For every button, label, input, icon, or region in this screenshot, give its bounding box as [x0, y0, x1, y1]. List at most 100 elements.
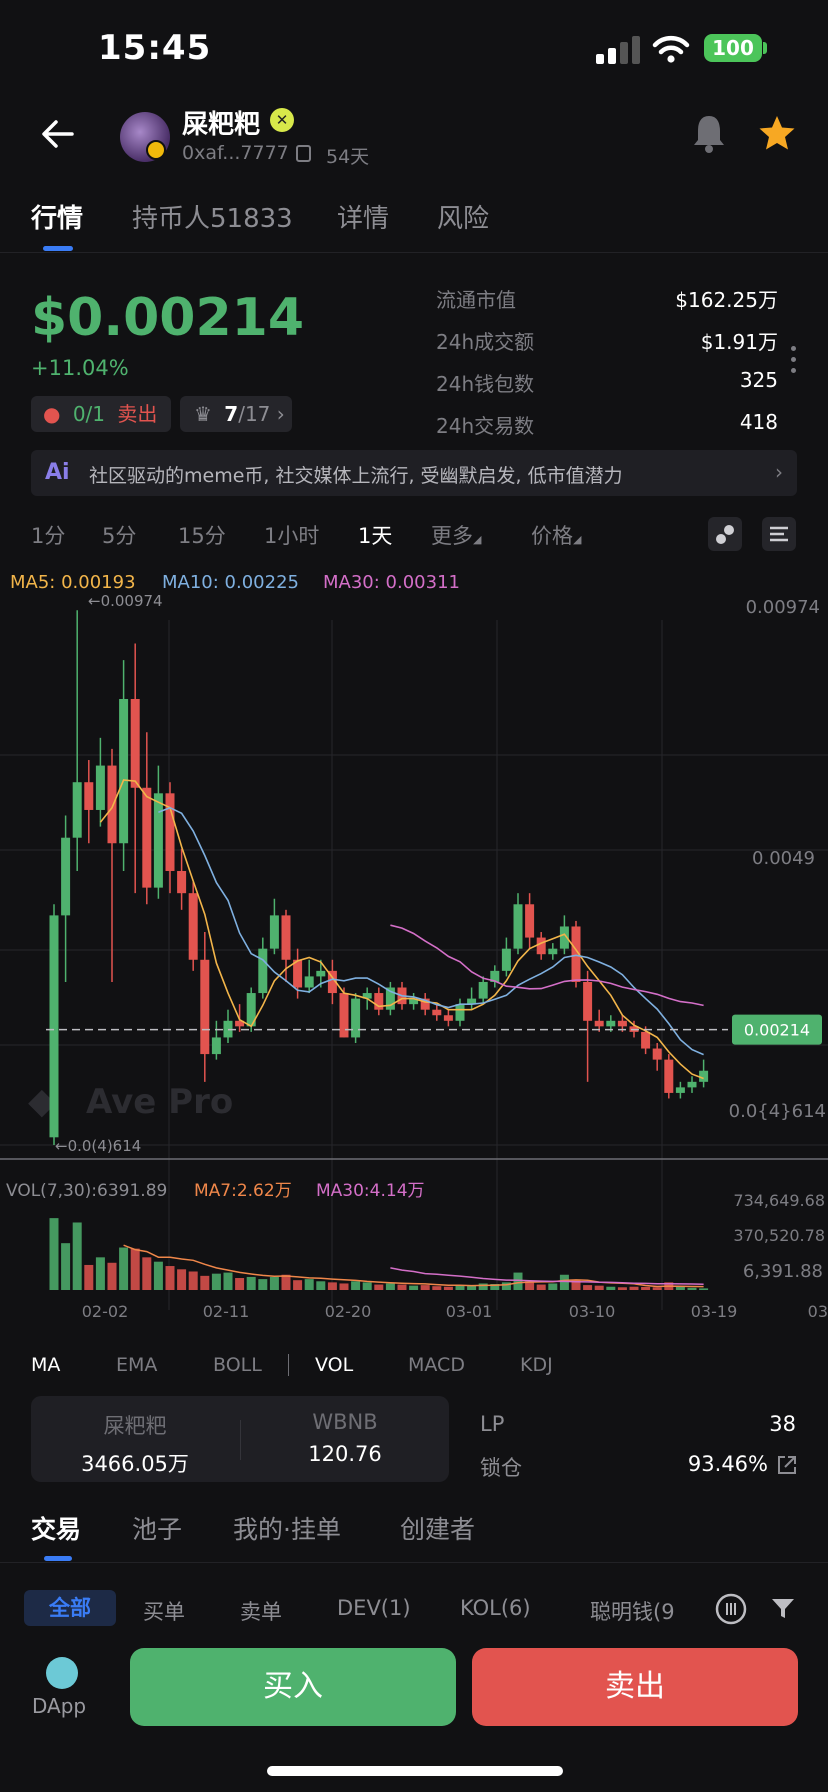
bell-icon[interactable] [690, 112, 728, 154]
volume-axis-label: 6,391.88 [743, 1261, 823, 1282]
tab-risk[interactable]: 风险 [437, 198, 489, 235]
lock-value: 93.46% [687, 1452, 768, 1476]
filter-sell[interactable]: 卖单 [240, 1596, 282, 1626]
volume-bar [606, 1286, 616, 1290]
stat-label: 24h钱包数 [436, 372, 535, 396]
high-marker: ←0.00974 [88, 592, 163, 610]
indicator-kdj[interactable]: KDJ [520, 1354, 553, 1376]
tab-pools[interactable]: 池子 [132, 1510, 182, 1546]
candle-body [61, 837, 71, 916]
volume-bar [652, 1287, 662, 1290]
copy-icon[interactable] [296, 145, 311, 162]
verified-badge-icon: ✕ [270, 108, 294, 132]
volume-bar [455, 1285, 465, 1290]
candle-body [269, 915, 279, 949]
candle-body [501, 948, 511, 971]
dapp-label[interactable]: DApp [32, 1694, 86, 1718]
timeframe-1m[interactable]: 1分 [31, 520, 65, 550]
more-vertical-icon[interactable] [791, 346, 797, 379]
candle-body [664, 1059, 674, 1093]
volume-bar [559, 1274, 569, 1290]
timeframe-more-label: 更多 [431, 524, 473, 548]
filter-dev[interactable]: DEV(1) [337, 1596, 411, 1620]
timeframe-more[interactable]: 更多◢ [431, 520, 481, 550]
volume-bar [49, 1218, 59, 1290]
low-marker: ←0.0(4)614 [55, 1137, 141, 1155]
buy-button[interactable]: 买入 [130, 1648, 456, 1726]
chevron-right-icon: › [775, 460, 783, 484]
dapp-icon[interactable] [46, 1657, 78, 1689]
chart-watermark: Ave Pro [86, 1082, 233, 1122]
lp-value: 38 [769, 1412, 796, 1436]
liquidity-card: 屎粑粑 3466.05万 WBNB 120.76 [31, 1396, 449, 1482]
timeframe-5m[interactable]: 5分 [102, 520, 136, 550]
pool-token-b-value: 120.76 [308, 1442, 382, 1466]
volume-bar [583, 1285, 593, 1290]
timeframe-15m[interactable]: 15分 [178, 520, 226, 550]
tax-label: 卖出 [117, 402, 158, 426]
divider [240, 1420, 241, 1460]
price-toggle-label: 价格 [531, 524, 573, 548]
back-arrow-icon[interactable] [40, 116, 76, 152]
timeframe-1d[interactable]: 1天 [358, 520, 392, 550]
volume-bar [641, 1286, 651, 1290]
stat-value: $1.91万 [700, 330, 778, 354]
date-axis-label: 03-19 [691, 1302, 738, 1321]
pool-token-a-label: 屎粑粑 [103, 1414, 167, 1438]
token-address[interactable]: 0xaf...7777 [182, 142, 289, 164]
drawing-tool-button[interactable] [708, 517, 742, 551]
indicator-boll[interactable]: BOLL [213, 1354, 262, 1376]
indicator-ema[interactable]: EMA [116, 1354, 157, 1376]
volume-bar [699, 1288, 709, 1290]
tax-count: 0/1 [72, 402, 105, 426]
bnb-chain-badge-icon [146, 140, 166, 160]
tab-holders[interactable]: 持币人51833 [132, 198, 293, 235]
candle-body [594, 1020, 604, 1027]
filter-buy[interactable]: 买单 [143, 1596, 185, 1626]
indicator-divider [288, 1354, 289, 1376]
indicator-ma[interactable]: MA [31, 1354, 60, 1376]
filter-funnel-icon[interactable] [770, 1596, 796, 1622]
favorite-star-icon[interactable] [758, 114, 796, 152]
external-link-icon[interactable] [776, 1454, 798, 1476]
sell-button[interactable]: 卖出 [472, 1648, 798, 1726]
volume-bar [443, 1286, 453, 1290]
indicator-macd[interactable]: MACD [408, 1354, 465, 1376]
sell-tax-pill[interactable]: ● 0/1 卖出 [31, 396, 171, 432]
filter-all[interactable]: 全部 [24, 1590, 116, 1626]
candle-body [351, 998, 361, 1038]
volume-bar [84, 1264, 94, 1290]
tab-details[interactable]: 详情 [337, 198, 389, 235]
volume-bar [339, 1283, 349, 1290]
date-axis-label: 02-11 [203, 1302, 250, 1321]
volume-bar [119, 1247, 129, 1290]
price-chart[interactable]: ◆ Ave Pro 0.00214 0.00974 0.0049 0.0{4}6… [0, 590, 828, 1330]
volume-bar [420, 1285, 430, 1290]
crown-icon: ♛ [194, 402, 212, 426]
volume-bar [548, 1283, 558, 1290]
vol-ma7: MA7:2.62万 [194, 1181, 292, 1201]
ai-summary-bar[interactable]: Ai 社区驱动的meme币, 社交媒体上流行, 受幽默启发, 低市值潜力 › [31, 450, 797, 496]
pool-token-a: 屎粑粑 3466.05万 [35, 1410, 235, 1478]
timeframe-1h[interactable]: 1小时 [264, 520, 319, 550]
rank-pill[interactable]: ♛ 7/17 › [180, 396, 292, 432]
volume-bar [478, 1283, 488, 1290]
tab-my-orders[interactable]: 我的·挂单 [233, 1510, 341, 1546]
indicator-vol[interactable]: VOL [315, 1354, 353, 1376]
tab-underline [43, 246, 73, 251]
filter-smart-money[interactable]: 聪明钱(9 [590, 1596, 686, 1626]
volume-bar [687, 1287, 697, 1290]
volume-bar [95, 1257, 105, 1290]
filter-kol[interactable]: KOL(6) [460, 1596, 531, 1620]
tab-creator[interactable]: 创建者 [400, 1510, 475, 1546]
candle-body [316, 970, 326, 977]
price-toggle[interactable]: 价格◢ [531, 520, 581, 550]
volume-bar [327, 1282, 337, 1290]
volume-bar [409, 1285, 419, 1290]
price-axis-label: 0.0{4}614 [729, 1101, 826, 1122]
chart-settings-button[interactable] [762, 517, 796, 551]
tab-market[interactable]: 行情 [31, 198, 83, 235]
price-axis-label: 0.0049 [752, 848, 815, 869]
tab-trades[interactable]: 交易 [31, 1510, 81, 1546]
pause-icon[interactable] [714, 1592, 748, 1626]
